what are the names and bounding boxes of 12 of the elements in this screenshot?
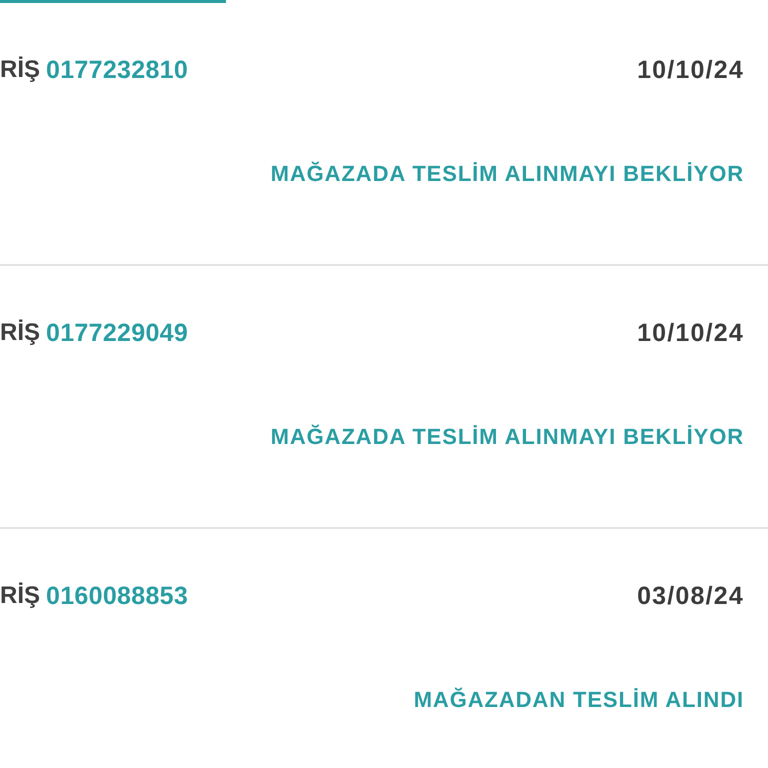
order-label: RİŞ [0, 55, 40, 85]
order-date: 10/10/24 [637, 318, 744, 348]
order-label: RİŞ [0, 318, 40, 348]
order-status: MAĞAZADA TESLİM ALINMAYI BEKLİYOR [270, 423, 744, 451]
order-date: 10/10/24 [637, 55, 744, 85]
order-number[interactable]: 0177232810 [46, 55, 188, 85]
order-status: MAĞAZADA TESLİM ALINMAYI BEKLİYOR [270, 160, 744, 188]
order-label: RİŞ [0, 581, 40, 611]
order-number[interactable]: 0177229049 [46, 318, 188, 348]
order-number[interactable]: 0160088853 [46, 581, 188, 611]
order-date: 03/08/24 [637, 581, 744, 611]
order-status: MAĞAZADAN TESLİM ALINDI [414, 686, 744, 714]
